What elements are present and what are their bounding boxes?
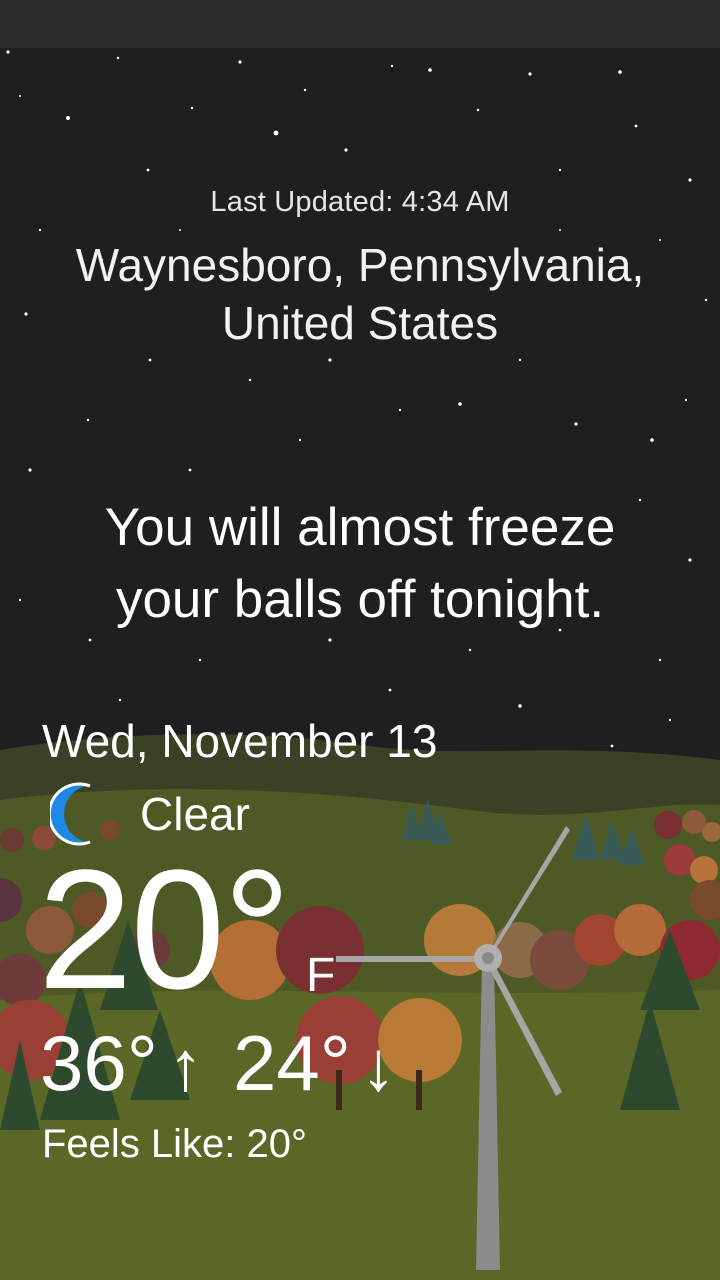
feels-like-temperature: Feels Like: 20° bbox=[42, 1122, 308, 1166]
current-temperature: 20° bbox=[38, 835, 291, 1025]
temperature-unit: F bbox=[306, 949, 336, 1002]
last-updated-time: Last Updated: 4:34 AM bbox=[210, 186, 510, 218]
condition-label: Clear bbox=[140, 788, 250, 840]
high-temperature: 36° bbox=[40, 1019, 158, 1107]
tagline-line-1: You will almost freeze bbox=[104, 498, 616, 557]
location-line-1: Waynesboro, Pennsylvania, bbox=[75, 239, 645, 291]
high-low-temperatures: 36° ↑ 24° ↓ bbox=[40, 1018, 426, 1111]
tagline-line-2: your balls off tonight. bbox=[115, 570, 605, 629]
location-name: Waynesboro, Pennsylvania, United States bbox=[20, 236, 700, 352]
arrow-down-icon: ↓ bbox=[360, 1027, 396, 1105]
status-bar bbox=[0, 0, 720, 48]
low-temperature: 24° bbox=[232, 1019, 351, 1107]
location-line-2: United States bbox=[221, 297, 499, 349]
forecast-date: Wed, November 13 bbox=[42, 715, 438, 767]
arrow-up-icon: ↑ bbox=[167, 1027, 203, 1105]
weather-tagline: You will almost freeze your balls off to… bbox=[20, 492, 700, 636]
